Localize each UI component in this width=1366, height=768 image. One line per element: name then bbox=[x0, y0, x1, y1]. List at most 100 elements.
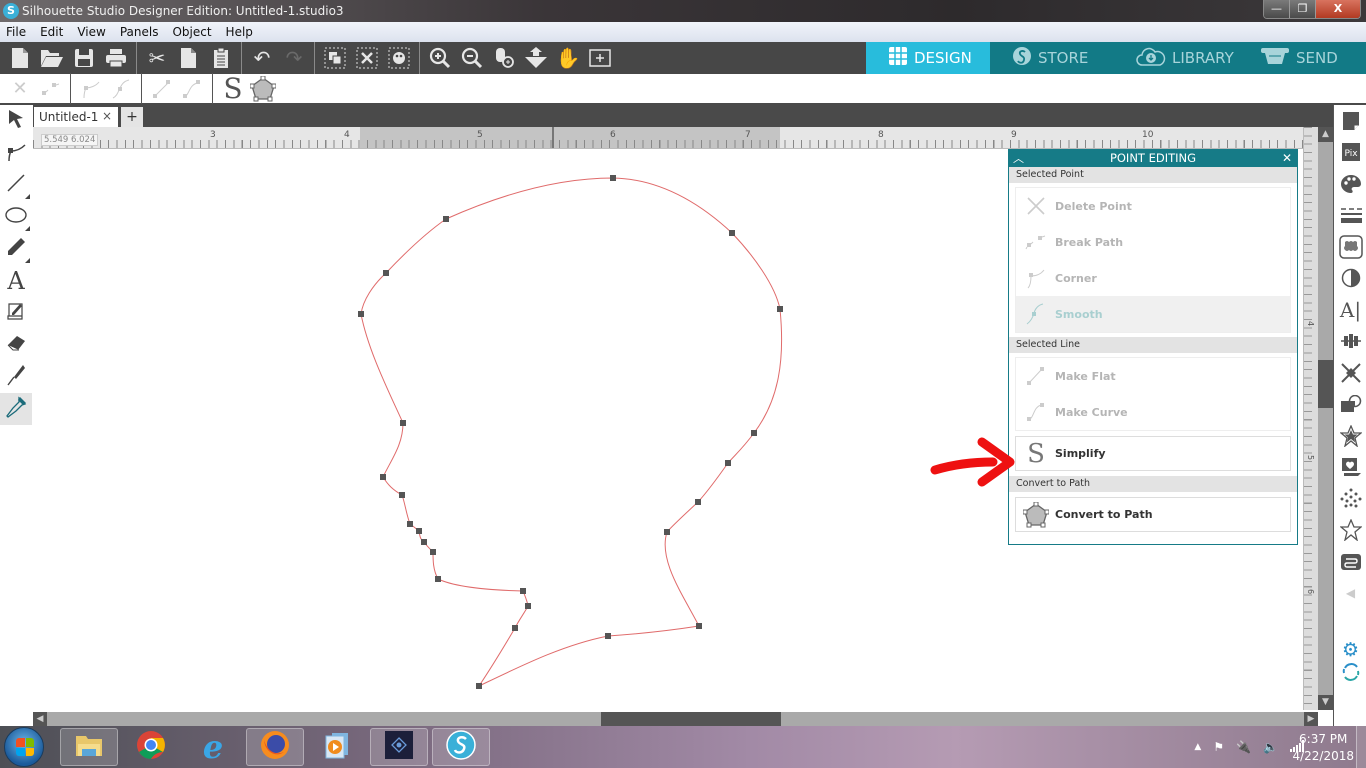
print-icon[interactable] bbox=[100, 44, 132, 72]
knife-tool[interactable] bbox=[0, 361, 32, 393]
taskbar-firefox[interactable] bbox=[246, 728, 304, 766]
menu-object[interactable]: Object bbox=[172, 25, 211, 39]
zoom-select-icon[interactable] bbox=[488, 44, 520, 72]
menu-file[interactable]: File bbox=[6, 25, 26, 39]
make-curve-tool-icon[interactable] bbox=[177, 75, 207, 103]
scroll-left-arrow[interactable]: ◀ bbox=[33, 712, 47, 726]
taskbar-chrome[interactable] bbox=[122, 728, 180, 766]
path-node[interactable] bbox=[400, 420, 406, 426]
start-button[interactable] bbox=[4, 727, 44, 767]
fit-page-icon[interactable] bbox=[584, 44, 616, 72]
smooth-tool-icon[interactable] bbox=[106, 75, 136, 103]
text-style-icon[interactable]: A| bbox=[1334, 294, 1366, 326]
tab-design[interactable]: DESIGN bbox=[866, 42, 990, 74]
replicate-icon[interactable] bbox=[1334, 357, 1366, 389]
system-clock[interactable]: 6:37 PM 4/22/2018 bbox=[1292, 731, 1354, 765]
save-icon[interactable] bbox=[68, 44, 100, 72]
delete-point-button[interactable]: Delete Point bbox=[1016, 188, 1290, 224]
paste-icon[interactable] bbox=[205, 44, 237, 72]
copy-icon[interactable] bbox=[173, 44, 205, 72]
menu-view[interactable]: View bbox=[77, 25, 105, 39]
close-button[interactable]: X bbox=[1316, 0, 1360, 18]
path-node[interactable] bbox=[725, 460, 731, 466]
open-folder-icon[interactable] bbox=[36, 44, 68, 72]
path-node[interactable] bbox=[751, 430, 757, 436]
sketch-tool[interactable] bbox=[0, 297, 32, 329]
taskbar-media-player[interactable] bbox=[308, 728, 366, 766]
path-node[interactable] bbox=[476, 683, 482, 689]
redo-icon[interactable]: ↷ bbox=[278, 44, 310, 72]
break-path-button[interactable]: Break Path bbox=[1016, 224, 1290, 260]
favorite-star-icon[interactable] bbox=[1334, 515, 1366, 547]
path-node[interactable] bbox=[380, 474, 386, 480]
tab-store[interactable]: STORE bbox=[990, 42, 1114, 74]
path-node[interactable] bbox=[383, 270, 389, 276]
delete-point-tool-icon[interactable]: ✕ bbox=[5, 75, 35, 103]
scroll-right-arrow[interactable]: ▶ bbox=[1304, 712, 1318, 726]
simplify-button[interactable]: S Simplify bbox=[1015, 436, 1291, 471]
select-tool[interactable] bbox=[0, 105, 32, 137]
ellipse-tool[interactable] bbox=[0, 201, 32, 233]
close-tab-icon[interactable]: × bbox=[102, 109, 112, 123]
pixscan-icon[interactable]: Pix bbox=[1334, 137, 1366, 169]
power-plug-icon[interactable]: 🔌 bbox=[1236, 740, 1251, 754]
path-node[interactable] bbox=[430, 549, 436, 555]
scroll-up-arrow[interactable]: ▲ bbox=[1318, 127, 1333, 142]
fill-color-icon[interactable] bbox=[1334, 168, 1366, 200]
new-tab-button[interactable]: + bbox=[121, 107, 143, 127]
tab-send[interactable]: SEND bbox=[1238, 42, 1362, 74]
document-tab[interactable]: Untitled-1 × bbox=[34, 107, 118, 127]
trace-icon[interactable] bbox=[1334, 231, 1366, 263]
taskbar-silhouette-studio[interactable] bbox=[432, 728, 490, 766]
path-node[interactable] bbox=[512, 625, 518, 631]
make-curve-button[interactable]: Make Curve bbox=[1016, 394, 1290, 430]
path-node[interactable] bbox=[421, 539, 427, 545]
taskbar-file-explorer[interactable] bbox=[60, 728, 118, 766]
point-edit-tool[interactable] bbox=[0, 137, 32, 169]
maximize-button[interactable]: ❐ bbox=[1290, 0, 1316, 18]
path-node[interactable] bbox=[520, 588, 526, 594]
eraser-tool[interactable] bbox=[0, 329, 32, 361]
zoom-in-icon[interactable] bbox=[424, 44, 456, 72]
path-node[interactable] bbox=[416, 528, 422, 534]
cut-icon[interactable]: ✂ bbox=[141, 44, 173, 72]
zoom-out-icon[interactable] bbox=[456, 44, 488, 72]
fill-select-icon[interactable] bbox=[383, 44, 415, 72]
settings-gear-icon[interactable]: ⚙ bbox=[1334, 639, 1366, 661]
path-node[interactable] bbox=[525, 603, 531, 609]
offset-star-icon[interactable] bbox=[1334, 420, 1366, 452]
make-flat-tool-icon[interactable] bbox=[147, 75, 177, 103]
undo-icon[interactable]: ↶ bbox=[246, 44, 278, 72]
text-tool[interactable]: A bbox=[0, 265, 32, 297]
show-desktop-button[interactable] bbox=[1356, 726, 1366, 768]
minimize-button[interactable]: — bbox=[1264, 0, 1290, 18]
make-flat-button[interactable]: Make Flat bbox=[1016, 358, 1290, 394]
corner-button[interactable]: Corner bbox=[1016, 260, 1290, 296]
expand-arrow-icon[interactable]: ◀ bbox=[1334, 578, 1366, 610]
hand-icon[interactable]: ✋ bbox=[552, 44, 584, 72]
horizontal-scroll-thumb[interactable] bbox=[601, 712, 781, 726]
path-node[interactable] bbox=[407, 521, 413, 527]
break-path-tool-icon[interactable] bbox=[35, 75, 65, 103]
sync-icon[interactable] bbox=[1334, 661, 1366, 683]
sketch-panel-icon[interactable] bbox=[1334, 546, 1366, 578]
taskbar-photoshop-elements[interactable] bbox=[370, 728, 428, 766]
path-node[interactable] bbox=[435, 576, 441, 582]
path-node[interactable] bbox=[696, 623, 702, 629]
path-node[interactable] bbox=[610, 175, 616, 181]
modify-icon[interactable] bbox=[1334, 389, 1366, 421]
menu-panels[interactable]: Panels bbox=[120, 25, 159, 39]
scroll-down-arrow[interactable]: ▼ bbox=[1318, 695, 1333, 710]
simplify-tool-icon[interactable]: S bbox=[218, 72, 248, 105]
close-panel-icon[interactable]: ✕ bbox=[1282, 150, 1292, 167]
taskbar-internet-explorer[interactable]: e bbox=[184, 728, 242, 766]
rhinestone-icon[interactable] bbox=[1334, 483, 1366, 515]
path-node[interactable] bbox=[664, 529, 670, 535]
tab-library[interactable]: LIBRARY bbox=[1114, 42, 1238, 74]
convert-to-path-button[interactable]: Convert to Path bbox=[1015, 497, 1291, 532]
collapse-icon[interactable]: ︿ bbox=[1013, 150, 1024, 167]
line-style-icon[interactable] bbox=[1334, 200, 1366, 232]
vertical-scroll-thumb[interactable] bbox=[1318, 360, 1333, 408]
action-center-flag-icon[interactable]: ⚑ bbox=[1213, 740, 1224, 754]
horizontal-scrollbar[interactable]: ◀ ▶ bbox=[33, 712, 1318, 726]
